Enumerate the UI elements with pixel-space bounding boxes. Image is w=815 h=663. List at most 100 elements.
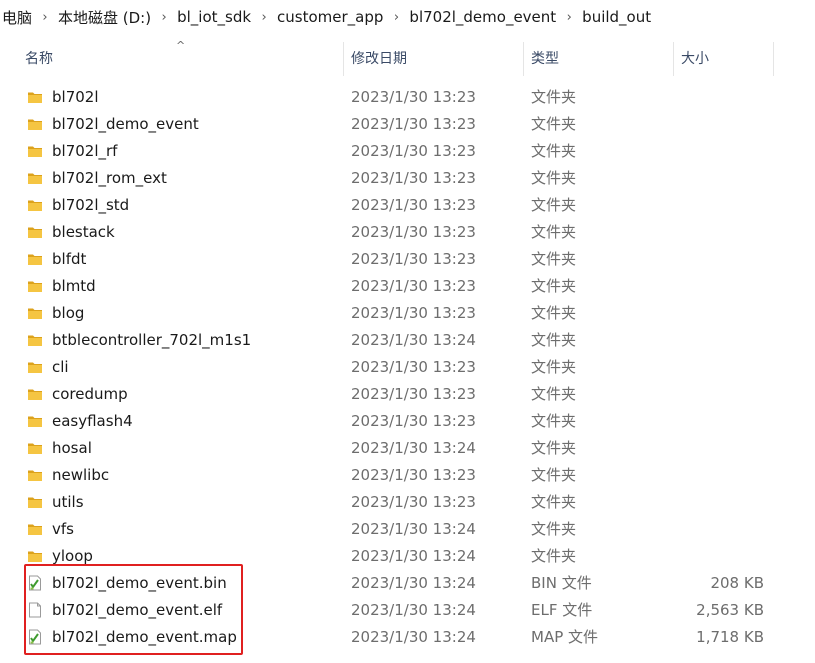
file-name: newlibc bbox=[52, 466, 110, 484]
folder-icon bbox=[27, 467, 43, 483]
file-row[interactable]: btblecontroller_702l_m1s1 2023/1/30 13:24… bbox=[0, 327, 815, 354]
column-divider[interactable] bbox=[673, 42, 674, 76]
chevron-right-icon[interactable]: › bbox=[558, 10, 580, 25]
file-type: 文件夹 bbox=[531, 493, 577, 511]
file-type: 文件夹 bbox=[531, 142, 577, 160]
folder-icon bbox=[27, 170, 43, 186]
notepadpp-file-icon bbox=[27, 629, 43, 645]
sort-ascending-icon: ^ bbox=[176, 39, 186, 52]
file-row[interactable]: bl702l_demo_event 2023/1/30 13:23 文件夹 bbox=[0, 111, 815, 138]
file-date: 2023/1/30 13:24 bbox=[351, 331, 476, 349]
folder-icon bbox=[27, 494, 43, 510]
file-type: 文件夹 bbox=[531, 223, 577, 241]
file-type: 文件夹 bbox=[531, 439, 577, 457]
file-date: 2023/1/30 13:23 bbox=[351, 277, 476, 295]
column-header-date[interactable]: 修改日期 bbox=[351, 42, 407, 76]
file-row[interactable]: bl702l_rf 2023/1/30 13:23 文件夹 bbox=[0, 138, 815, 165]
file-type: 文件夹 bbox=[531, 196, 577, 214]
file-name: blog bbox=[52, 304, 85, 322]
file-type: MAP 文件 bbox=[531, 628, 599, 646]
file-row[interactable]: easyflash4 2023/1/30 13:23 文件夹 bbox=[0, 408, 815, 435]
file-date: 2023/1/30 13:24 bbox=[351, 628, 476, 646]
folder-icon bbox=[27, 440, 43, 456]
file-type: 文件夹 bbox=[531, 358, 577, 376]
breadcrumb-item-pc[interactable]: 电脑 bbox=[0, 7, 34, 28]
file-name: utils bbox=[52, 493, 84, 511]
file-date: 2023/1/30 13:24 bbox=[351, 601, 476, 619]
file-type: 文件夹 bbox=[531, 115, 577, 133]
file-row[interactable]: bl702l_demo_event.bin 2023/1/30 13:24 BIN … bbox=[0, 570, 815, 597]
folder-icon bbox=[27, 359, 43, 375]
file-type: 文件夹 bbox=[531, 277, 577, 295]
file-row[interactable]: vfs 2023/1/30 13:24 文件夹 bbox=[0, 516, 815, 543]
folder-icon bbox=[27, 143, 43, 159]
breadcrumb-item-build-out[interactable]: build_out bbox=[580, 8, 653, 26]
blank-file-icon bbox=[27, 602, 43, 618]
file-name: bl702l_std bbox=[52, 196, 130, 214]
file-row[interactable]: blestack 2023/1/30 13:23 文件夹 bbox=[0, 219, 815, 246]
file-row[interactable]: coredump 2023/1/30 13:23 文件夹 bbox=[0, 381, 815, 408]
file-type: 文件夹 bbox=[531, 547, 577, 565]
folder-icon bbox=[27, 548, 43, 564]
file-row[interactable]: bl702l_std 2023/1/30 13:23 文件夹 bbox=[0, 192, 815, 219]
column-divider[interactable] bbox=[523, 42, 524, 76]
folder-icon bbox=[27, 413, 43, 429]
file-type: 文件夹 bbox=[531, 520, 577, 538]
chevron-right-icon[interactable]: › bbox=[385, 10, 407, 25]
file-row[interactable]: newlibc 2023/1/30 13:23 文件夹 bbox=[0, 462, 815, 489]
file-name: bl702l_demo_event bbox=[52, 115, 199, 133]
file-row[interactable]: bl702l 2023/1/30 13:23 文件夹 bbox=[0, 84, 815, 111]
file-date: 2023/1/30 13:24 bbox=[351, 439, 476, 457]
column-header-type[interactable]: 类型 bbox=[531, 42, 559, 76]
file-type: 文件夹 bbox=[531, 331, 577, 349]
folder-icon bbox=[27, 332, 43, 348]
file-date: 2023/1/30 13:23 bbox=[351, 223, 476, 241]
breadcrumb-item-drive-d[interactable]: 本地磁盘 (D:) bbox=[56, 7, 153, 28]
file-type: 文件夹 bbox=[531, 250, 577, 268]
notepadpp-file-icon bbox=[27, 575, 43, 591]
file-row[interactable]: bl702l_demo_event.map 2023/1/30 13:24 MAP … bbox=[0, 624, 815, 651]
file-date: 2023/1/30 13:24 bbox=[351, 574, 476, 592]
chevron-right-icon[interactable]: › bbox=[34, 10, 56, 25]
breadcrumb-item-customer-app[interactable]: customer_app bbox=[275, 8, 385, 26]
file-date: 2023/1/30 13:23 bbox=[351, 115, 476, 133]
file-name: bl702l_rf bbox=[52, 142, 118, 160]
file-row[interactable]: blfdt 2023/1/30 13:23 文件夹 bbox=[0, 246, 815, 273]
file-name: bl702l_demo_event.bin bbox=[52, 574, 227, 592]
column-divider[interactable] bbox=[343, 42, 344, 76]
file-type: 文件夹 bbox=[531, 466, 577, 484]
file-row[interactable]: cli 2023/1/30 13:23 文件夹 bbox=[0, 354, 815, 381]
file-name: yloop bbox=[52, 547, 93, 565]
breadcrumb-item-bl-iot-sdk[interactable]: bl_iot_sdk bbox=[175, 8, 253, 26]
file-date: 2023/1/30 13:24 bbox=[351, 547, 476, 565]
file-name: blfdt bbox=[52, 250, 87, 268]
file-row[interactable]: blmtd 2023/1/30 13:23 文件夹 bbox=[0, 273, 815, 300]
column-header-name[interactable]: 名称 bbox=[25, 42, 53, 76]
column-header-row: ^ 名称 修改日期 类型 大小 bbox=[0, 39, 815, 76]
file-row[interactable]: blog 2023/1/30 13:23 文件夹 bbox=[0, 300, 815, 327]
column-header-size[interactable]: 大小 bbox=[681, 42, 709, 76]
chevron-right-icon[interactable]: › bbox=[153, 10, 175, 25]
chevron-right-icon[interactable]: › bbox=[253, 10, 275, 25]
file-date: 2023/1/30 13:23 bbox=[351, 304, 476, 322]
file-row[interactable]: yloop 2023/1/30 13:24 文件夹 bbox=[0, 543, 815, 570]
breadcrumb-item-demo-event[interactable]: bl702l_demo_event bbox=[407, 8, 558, 26]
file-name: vfs bbox=[52, 520, 74, 538]
folder-icon bbox=[27, 251, 43, 267]
file-name: cli bbox=[52, 358, 69, 376]
folder-icon bbox=[27, 89, 43, 105]
file-date: 2023/1/30 13:23 bbox=[351, 142, 476, 160]
file-type: 文件夹 bbox=[531, 385, 577, 403]
file-name: btblecontroller_702l_m1s1 bbox=[52, 331, 252, 349]
file-name: blmtd bbox=[52, 277, 96, 295]
file-type: 文件夹 bbox=[531, 412, 577, 430]
column-divider[interactable] bbox=[773, 42, 774, 76]
folder-icon bbox=[27, 197, 43, 213]
file-row[interactable]: utils 2023/1/30 13:23 文件夹 bbox=[0, 489, 815, 516]
folder-icon bbox=[27, 521, 43, 537]
file-row[interactable]: hosal 2023/1/30 13:24 文件夹 bbox=[0, 435, 815, 462]
file-list: bl702l 2023/1/30 13:23 文件夹 bl702l_demo_even… bbox=[0, 84, 815, 651]
file-row[interactable]: bl702l_demo_event.elf 2023/1/30 13:24 ELF … bbox=[0, 597, 815, 624]
file-row[interactable]: bl702l_rom_ext 2023/1/30 13:23 文件夹 bbox=[0, 165, 815, 192]
file-name: coredump bbox=[52, 385, 128, 403]
